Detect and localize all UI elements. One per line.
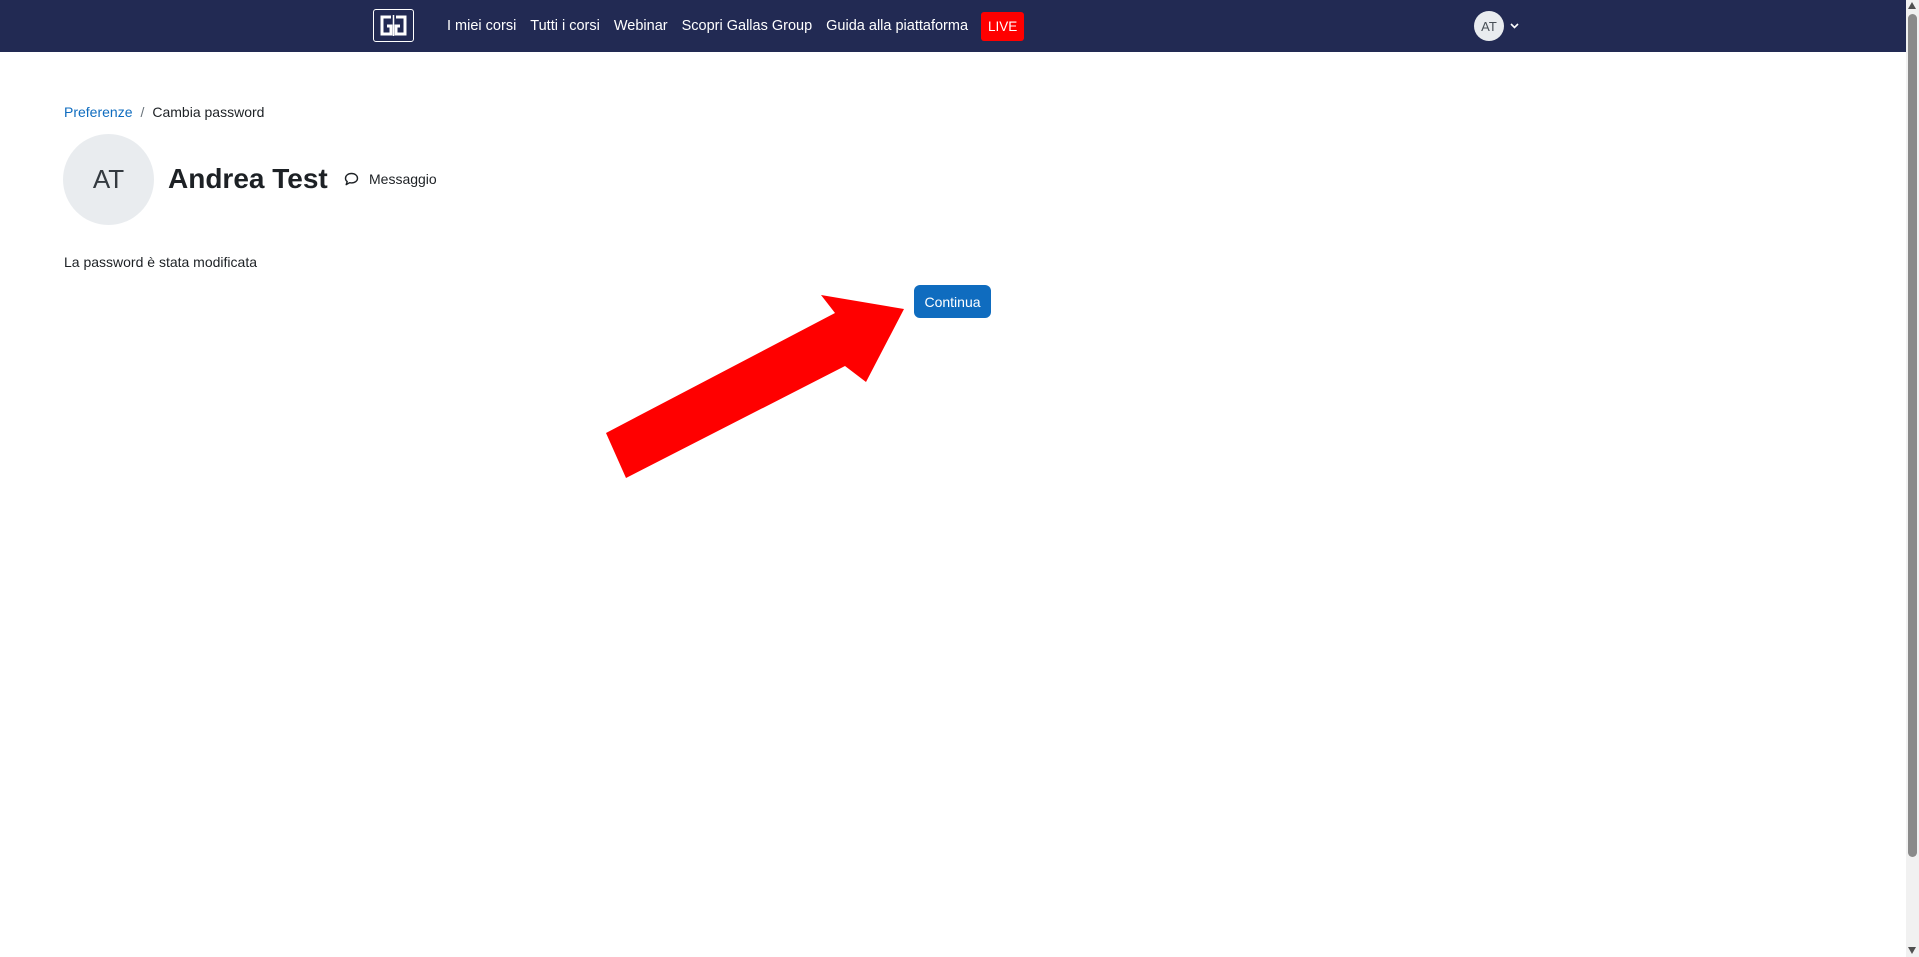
nav-all-courses[interactable]: Tutti i corsi	[530, 18, 600, 34]
scroll-down-arrow-icon[interactable]	[1908, 947, 1916, 954]
nav-platform-guide[interactable]: Guida alla piattaforma	[826, 18, 968, 34]
page-title: Andrea Test	[168, 163, 328, 194]
message-button[interactable]: Messaggio	[344, 171, 437, 187]
password-changed-notice: La password è stata modificata	[64, 254, 257, 270]
chevron-down-icon	[1510, 23, 1519, 29]
breadcrumb-current: Cambia password	[152, 104, 265, 120]
breadcrumb: Preferenze / Cambia password	[64, 104, 264, 120]
user-avatar: AT	[1474, 11, 1504, 41]
chat-bubble-icon	[344, 172, 359, 186]
scroll-up-arrow-icon[interactable]	[1908, 2, 1916, 9]
gg-logo-icon[interactable]	[373, 9, 414, 42]
breadcrumb-separator: /	[140, 104, 145, 120]
breadcrumb-preferences[interactable]: Preferenze	[64, 104, 132, 120]
message-label: Messaggio	[369, 171, 437, 187]
top-navbar: I miei corsi Tutti i corsi Webinar Scopr…	[0, 0, 1906, 52]
scrollbar-thumb[interactable]	[1908, 14, 1917, 857]
profile-avatar: AT	[63, 134, 154, 225]
nav-live-badge[interactable]: LIVE	[981, 11, 1025, 41]
page-scrollbar[interactable]	[1906, 0, 1919, 957]
page: I miei corsi Tutti i corsi Webinar Scopr…	[0, 0, 1919, 957]
continue-button[interactable]: Continua	[914, 285, 991, 318]
nav-my-courses[interactable]: I miei corsi	[447, 18, 516, 34]
annotation-arrow-shape	[606, 295, 904, 478]
nav-webinar[interactable]: Webinar	[614, 18, 668, 34]
main-nav: I miei corsi Tutti i corsi Webinar Scopr…	[447, 0, 1025, 52]
annotation-arrow	[606, 295, 904, 478]
nav-discover-gallas[interactable]: Scopri Gallas Group	[682, 18, 813, 34]
user-menu-toggle[interactable]: AT	[1474, 11, 1519, 41]
